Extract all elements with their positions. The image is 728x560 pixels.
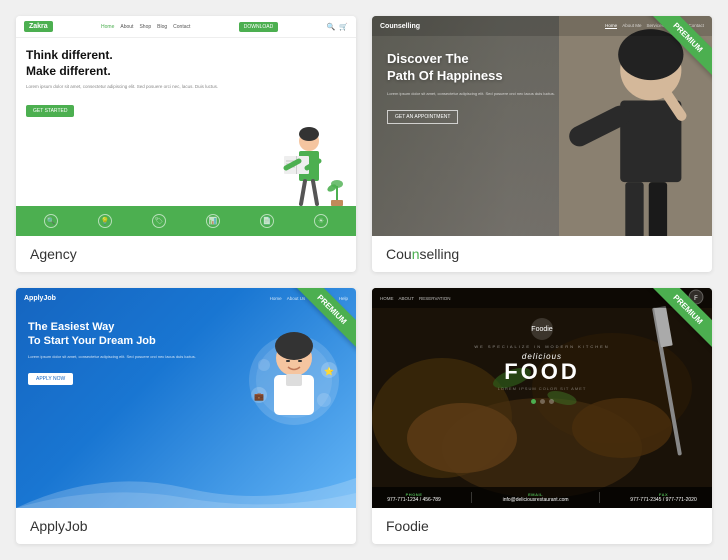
f-nav-home: HOME [380, 296, 394, 301]
foodie-dot-1 [531, 399, 536, 404]
wave-svg [16, 468, 356, 508]
svg-text:F: F [694, 296, 698, 302]
foodie-subtitle: LOREM IPSUM COLOR SIT AMET [498, 386, 587, 391]
footer-divider-1 [471, 492, 472, 503]
foodie-footer-bar: PHONE 977-771-1234 / 456-789 EMAIL info@… [372, 487, 712, 508]
agency-cta-btn[interactable]: GET STARTED [26, 105, 74, 117]
card-grid: Zakra Home About Shop Blog Contact DOWNL… [16, 16, 712, 544]
foodie-dots [531, 399, 554, 404]
foodie-nav-links: HOME ABOUT RESERVATION [380, 296, 451, 301]
nav-link-home: Home [101, 24, 114, 30]
applyjob-hero-title: The Easiest WayTo Start Your Dream Job [28, 320, 196, 349]
svg-text:⭐: ⭐ [324, 366, 334, 376]
agency-nav: Zakra Home About Shop Blog Contact DOWNL… [16, 16, 356, 38]
f-nav-about: ABOUT [399, 296, 415, 301]
cart-icon: 🛒 [339, 23, 348, 31]
agency-hero-desc: Lorem ipsum dolor sit amet, consectetur … [26, 84, 266, 91]
foodie-dot-2 [540, 399, 545, 404]
counselling-label: Counselling [372, 236, 712, 272]
agency-nav-icons: 🔍 🛒 [327, 23, 348, 31]
agency-download-btn[interactable]: DOWNLOAD [239, 22, 278, 32]
agency-card[interactable]: Zakra Home About Shop Blog Contact DOWNL… [16, 16, 356, 272]
foodie-main-title: FOOD [504, 361, 580, 383]
footer-icon-6: ☀ [314, 214, 328, 228]
applyjob-text: The Easiest WayTo Start Your Dream Job L… [28, 320, 196, 455]
footer-divider-2 [599, 492, 600, 503]
foodie-dot-3 [549, 399, 554, 404]
counselling-hero-desc: Lorem ipsum dolor sit amet, consectetur … [387, 91, 697, 97]
footer-icon-3: 🏷 [152, 214, 166, 228]
footer-icon-5: 📄 [260, 214, 274, 228]
applyjob-card[interactable]: PREMIUM ApplyJob Home About Us Jobs Blog… [16, 288, 356, 544]
counselling-hero: Discover ThePath Of Happiness Lorem ipsu… [372, 36, 712, 139]
applyjob-cta-btn[interactable]: APPLY NOW [28, 373, 73, 385]
applyjob-logo: ApplyJob [24, 295, 56, 302]
f-nav-reservation: RESERVATION [419, 296, 451, 301]
nav-link-shop: Shop [139, 24, 151, 30]
foodie-label-text: Foodie [386, 518, 429, 534]
agency-label-text: Agency [30, 246, 77, 262]
aj-nav-about: About Us [287, 296, 306, 301]
svg-text:💼: 💼 [254, 392, 264, 401]
foodie-preview: PREMIUM HOME ABOUT RESERVATION F [372, 288, 712, 508]
footer-icon-4: 📊 [206, 214, 220, 228]
aj-nav-home: Home [270, 296, 282, 301]
agency-footer-bar: 🔍 💡 🏷 📊 📄 ☀ [16, 206, 356, 236]
applyjob-person-container: 💼 ⭐ [244, 320, 344, 455]
foodie-logo-text: Foodie [531, 326, 552, 333]
footer-icon-2: 💡 [98, 214, 112, 228]
foodie-label: Foodie [372, 508, 712, 544]
search-icon: 🔍 [327, 23, 336, 31]
footer-fax-value: 977-771-2345 / 977-771-2020 [630, 497, 696, 503]
agency-label: Agency [16, 236, 356, 272]
c-nav-home: Home [605, 23, 617, 29]
foodie-card[interactable]: PREMIUM HOME ABOUT RESERVATION F [372, 288, 712, 544]
counselling-label-text: Counselling [386, 246, 459, 262]
counselling-cta-btn[interactable]: GET AN APPOINTMENT [387, 110, 458, 124]
foodie-content: Foodie WE SPECIALIZE IN MODERN KITCHEN d… [372, 308, 712, 454]
foodie-logo-circle: Foodie [531, 318, 553, 340]
foodie-tagline: WE SPECIALIZE IN MODERN KITCHEN [474, 344, 609, 349]
counselling-card[interactable]: PREMIUM Counselling Home About Me Servic… [372, 16, 712, 272]
agency-illustration [266, 48, 346, 206]
applyjob-label: ApplyJob [16, 508, 356, 544]
applyjob-person-svg: 💼 ⭐ [244, 320, 344, 450]
nav-link-blog: Blog [157, 24, 167, 30]
agency-nav-links: Home About Shop Blog Contact [101, 24, 190, 30]
footer-email-value: info@deliciousrestaurant.com [503, 497, 569, 503]
person-illustration-svg [269, 96, 344, 206]
applyjob-preview: PREMIUM ApplyJob Home About Us Jobs Blog… [16, 288, 356, 508]
footer-phone-value: 977-771-1234 / 456-789 [387, 497, 441, 503]
agency-preview: Zakra Home About Shop Blog Contact DOWNL… [16, 16, 356, 236]
applyjob-wave [16, 468, 356, 508]
counselling-logo: Counselling [380, 23, 420, 30]
applyjob-body: The Easiest WayTo Start Your Dream Job L… [16, 308, 356, 455]
aj-nav-help: Help [339, 296, 348, 301]
c-nav-about: About Me [622, 23, 641, 29]
agency-logo: Zakra [24, 21, 53, 32]
foodie-footer-email: EMAIL info@deliciousrestaurant.com [503, 492, 569, 503]
foodie-footer-fax: FAX 977-771-2345 / 977-771-2020 [630, 492, 696, 503]
foodie-footer-phone: PHONE 977-771-1234 / 456-789 [387, 492, 441, 503]
counselling-preview: PREMIUM Counselling Home About Me Servic… [372, 16, 712, 236]
agency-text-content: Think different.Make different. Lorem ip… [26, 48, 266, 206]
counselling-hero-title: Discover ThePath Of Happiness [387, 51, 697, 85]
counselling-dot: n [412, 246, 420, 262]
footer-icon-1: 🔍 [44, 214, 58, 228]
applyjob-label-text: ApplyJob [30, 518, 88, 534]
nav-link-about: About [120, 24, 133, 30]
applyjob-hero-desc: Lorem ipsum dolor sit amet, consectetur … [28, 354, 196, 360]
agency-body: Think different.Make different. Lorem ip… [16, 38, 356, 206]
agency-hero-title: Think different.Make different. [26, 48, 266, 79]
nav-link-contact: Contact [173, 24, 190, 30]
